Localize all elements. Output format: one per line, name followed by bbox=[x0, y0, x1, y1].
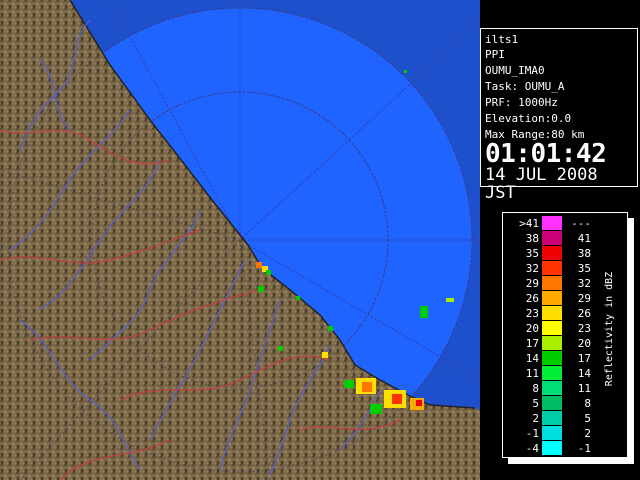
legend-color-swatch bbox=[542, 321, 562, 335]
legend-low-value: 32 bbox=[525, 262, 539, 275]
legend-low-value: 35 bbox=[525, 247, 539, 260]
legend-row: -1 2 bbox=[503, 426, 603, 441]
legend-row: >41 --- bbox=[503, 216, 603, 231]
legend-color-swatch bbox=[542, 261, 562, 275]
legend-high-value: 14 bbox=[577, 367, 591, 380]
legend-low-value: 14 bbox=[525, 352, 539, 365]
legend-low-value: >41 bbox=[519, 217, 539, 230]
legend-color-swatch bbox=[542, 231, 562, 245]
legend-color-swatch bbox=[542, 441, 562, 455]
task-name: Task: OUMU_A bbox=[485, 80, 565, 93]
legend-row: 17 20 bbox=[503, 336, 603, 351]
legend-color-swatch bbox=[542, 351, 562, 365]
legend-high-value: 2 bbox=[584, 427, 591, 440]
legend-color-swatch bbox=[542, 216, 562, 230]
legend-color-swatch bbox=[542, 246, 562, 260]
legend-high-value: 26 bbox=[577, 307, 591, 320]
legend-row: 25 bbox=[503, 411, 603, 426]
legend-row: 14 17 bbox=[503, 351, 603, 366]
site-id: ilts1 bbox=[485, 33, 519, 46]
legend-row: -4 -1 bbox=[503, 441, 603, 456]
legend-color-swatch bbox=[542, 291, 562, 305]
legend-color-swatch bbox=[542, 306, 562, 320]
legend-row: 58 bbox=[503, 396, 603, 411]
legend-unit-label: Reflectivity in dBZ bbox=[595, 253, 625, 413]
observation-time: 01:01:42 bbox=[485, 139, 607, 169]
legend-color-swatch bbox=[542, 396, 562, 410]
legend-high-value: 20 bbox=[577, 337, 591, 350]
legend-high-value: 5 bbox=[584, 412, 591, 425]
legend-color-swatch bbox=[542, 411, 562, 425]
legend-low-value: 2 bbox=[532, 412, 539, 425]
legend-color-swatch bbox=[542, 336, 562, 350]
observation-date: 14 JUL 2008 JST bbox=[485, 165, 598, 203]
legend-high-value: 11 bbox=[577, 382, 591, 395]
legend-color-swatch bbox=[542, 426, 562, 440]
radar-info-panel: ilts1 PPI OUMU_IMA0 Task: OUMU_A PRF: 10… bbox=[480, 28, 638, 202]
legend-low-value: 26 bbox=[525, 292, 539, 305]
legend-low-value: 8 bbox=[532, 382, 539, 395]
legend-high-value: 41 bbox=[577, 232, 591, 245]
legend-color-swatch bbox=[542, 276, 562, 290]
radar-ppi-map[interactable] bbox=[0, 0, 480, 480]
legend-high-value: 38 bbox=[577, 247, 591, 260]
legend-low-value: 11 bbox=[525, 367, 539, 380]
legend-low-value: 20 bbox=[525, 322, 539, 335]
legend-row: 23 26 bbox=[503, 306, 603, 321]
legend-color-swatch bbox=[542, 381, 562, 395]
elevation-angle: Elevation:0.0 bbox=[485, 112, 572, 125]
legend-low-value: 38 bbox=[525, 232, 539, 245]
legend-high-value: 35 bbox=[577, 262, 591, 275]
legend-low-value: -1 bbox=[525, 427, 539, 440]
legend-high-value: --- bbox=[571, 217, 591, 230]
legend-color-swatch bbox=[542, 366, 562, 380]
legend-unit-text: Reflectivity in dBZ bbox=[604, 271, 615, 387]
legend-row: 20 23 bbox=[503, 321, 603, 336]
legend-high-value: -1 bbox=[577, 442, 591, 455]
legend-row: 32 35 bbox=[503, 261, 603, 276]
legend-high-value: 32 bbox=[577, 277, 591, 290]
legend-low-value: 23 bbox=[525, 307, 539, 320]
legend-high-value: 29 bbox=[577, 292, 591, 305]
legend-high-value: 8 bbox=[584, 397, 591, 410]
legend-low-value: -4 bbox=[525, 442, 539, 455]
reflectivity-legend: >41 --- 38 41 35 38 32 35 29 32 26 29 23 26 20 23 17 20 14… bbox=[502, 212, 628, 458]
legend-high-value: 17 bbox=[577, 352, 591, 365]
legend-low-value: 5 bbox=[532, 397, 539, 410]
legend-row: 26 29 bbox=[503, 291, 603, 306]
legend-row: 29 32 bbox=[503, 276, 603, 291]
legend-row: 35 38 bbox=[503, 246, 603, 261]
legend-row: 8 11 bbox=[503, 381, 603, 396]
legend-low-value: 17 bbox=[525, 337, 539, 350]
legend-low-value: 29 bbox=[525, 277, 539, 290]
legend-high-value: 23 bbox=[577, 322, 591, 335]
product-type: PPI bbox=[485, 48, 505, 61]
legend-row: 11 14 bbox=[503, 366, 603, 381]
legend-row: 38 41 bbox=[503, 231, 603, 246]
prf-value: PRF: 1000Hz bbox=[485, 96, 558, 109]
station-name: OUMU_IMA0 bbox=[485, 64, 545, 77]
